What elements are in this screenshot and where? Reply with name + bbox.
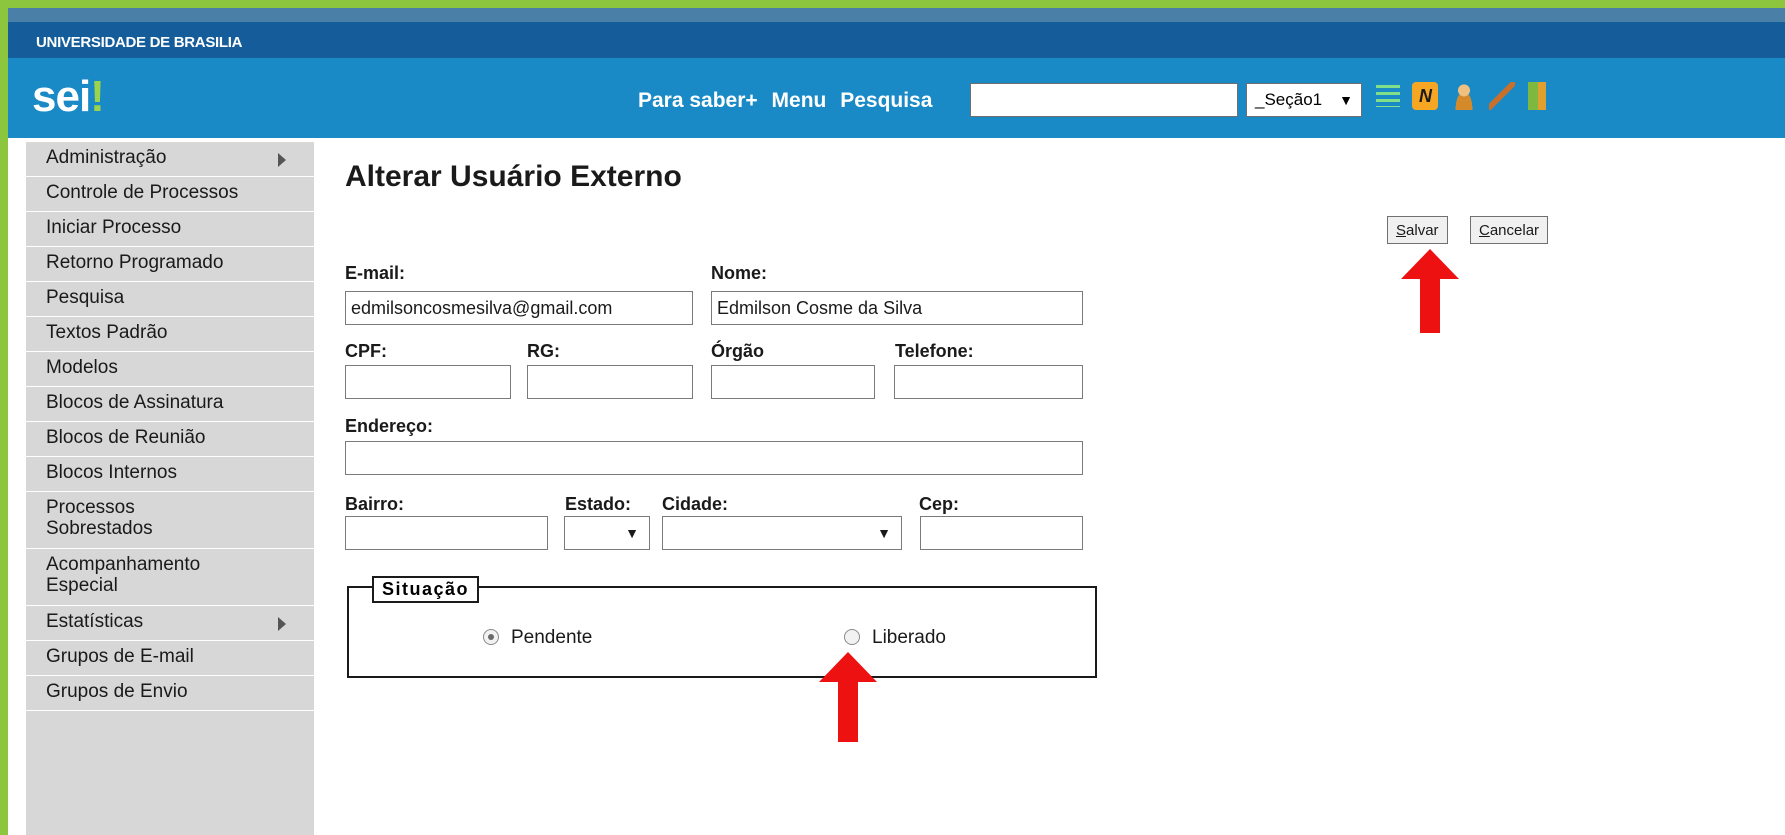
email-field[interactable]: edmilsoncosmesilva@gmail.com bbox=[345, 291, 693, 325]
top-strip bbox=[8, 8, 1785, 22]
telefone-field[interactable] bbox=[894, 365, 1083, 399]
page-title: Alterar Usuário Externo bbox=[345, 160, 682, 193]
sidebar-menu: Administração Controle de Processos Inic… bbox=[26, 142, 314, 835]
sidebar-item-iniciar-processo[interactable]: Iniciar Processo bbox=[26, 212, 314, 247]
sei-logo[interactable]: sei! bbox=[32, 72, 105, 122]
sidebar-item-textos-padrao[interactable]: Textos Padrão bbox=[26, 317, 314, 352]
email-label: E-mail: bbox=[345, 263, 406, 283]
sidebar-item-label: Modelos bbox=[46, 357, 118, 378]
sidebar-item-pesquisa[interactable]: Pesquisa bbox=[26, 282, 314, 317]
cancel-accesskey: C bbox=[1479, 222, 1490, 239]
radio-pendente-label: Pendente bbox=[511, 627, 593, 648]
cidade-label: Cidade: bbox=[662, 494, 729, 514]
radio-checked-icon bbox=[483, 629, 499, 645]
sidebar-item-label: Blocos Internos bbox=[46, 462, 177, 483]
sidebar-item-acompanhamento-especial[interactable]: Acompanhamento Especial bbox=[26, 549, 314, 606]
unit-select-value: _Seção1 bbox=[1255, 90, 1323, 109]
header-nav: Para saber+ Menu Pesquisa bbox=[638, 89, 940, 113]
cancel-button[interactable]: Cancelar bbox=[1470, 216, 1549, 244]
sidebar-item-grupos-de-envio[interactable]: Grupos de Envio bbox=[26, 676, 314, 711]
wrench-icon[interactable] bbox=[1489, 82, 1516, 110]
radio-liberado[interactable]: Liberado bbox=[844, 627, 946, 649]
sidebar-item-label: Retorno Programado bbox=[46, 252, 224, 273]
sidebar-item-label: Acompanhamento Especial bbox=[46, 554, 201, 596]
save-label-rest: alvar bbox=[1406, 222, 1439, 239]
arrow-head bbox=[819, 652, 877, 682]
chevron-down-icon: ▼ bbox=[877, 525, 891, 541]
exit-icon[interactable] bbox=[1527, 82, 1546, 110]
sidebar-item-retorno-programado[interactable]: Retorno Programado bbox=[26, 247, 314, 282]
nav-link-menu[interactable]: Menu bbox=[772, 89, 827, 112]
bairro-label: Bairro: bbox=[345, 494, 405, 514]
radio-unchecked-icon bbox=[844, 629, 860, 645]
arrow-head bbox=[1401, 249, 1459, 279]
rg-field[interactable] bbox=[527, 365, 693, 399]
search-input[interactable] bbox=[970, 83, 1238, 117]
telefone-label: Telefone: bbox=[895, 341, 974, 361]
nav-link-para-saber[interactable]: Para saber+ bbox=[638, 89, 758, 112]
orgao-field[interactable] bbox=[711, 365, 875, 399]
university-name: UNIVERSIDADE DE BRASILIA bbox=[36, 34, 243, 51]
sidebar-item-label: Estatísticas bbox=[46, 611, 144, 632]
situacao-legend: Situação bbox=[372, 576, 480, 603]
sidebar-item-label: Grupos de E-mail bbox=[46, 646, 194, 667]
sidebar-item-label: Processos Sobrestados bbox=[46, 497, 153, 539]
save-button[interactable]: Salvar bbox=[1387, 216, 1448, 244]
cpf-label: CPF: bbox=[345, 341, 387, 361]
main-header: sei! Para saber+ Menu Pesquisa _Seção1 ▼… bbox=[8, 58, 1785, 138]
chevron-down-icon: ▼ bbox=[1339, 92, 1353, 108]
sidebar-item-blocos-de-reuniao[interactable]: Blocos de Reunião bbox=[26, 422, 314, 457]
nome-field[interactable]: Edmilson Cosme da Silva bbox=[711, 291, 1083, 325]
header-icons: N bbox=[1376, 82, 1554, 110]
sidebar-item-modelos[interactable]: Modelos bbox=[26, 352, 314, 387]
sidebar-item-label: Textos Padrão bbox=[46, 322, 168, 343]
sidebar-item-label: Blocos de Reunião bbox=[46, 427, 206, 448]
user-icon[interactable] bbox=[1450, 82, 1477, 110]
logo-text: sei bbox=[32, 72, 91, 121]
sidebar-item-label: Administração bbox=[46, 147, 167, 168]
sidebar-item-label: Pesquisa bbox=[46, 287, 125, 308]
sidebar-item-estatisticas[interactable]: Estatísticas bbox=[26, 606, 314, 641]
list-icon[interactable] bbox=[1376, 85, 1400, 107]
save-accesskey: S bbox=[1396, 222, 1407, 239]
app-frame: UNIVERSIDADE DE BRASILIA sei! Para saber… bbox=[8, 8, 1785, 835]
arrow-shaft bbox=[838, 682, 858, 742]
rg-label: RG: bbox=[527, 341, 560, 361]
orgao-label: Órgão bbox=[711, 341, 765, 361]
bairro-field[interactable] bbox=[345, 516, 548, 550]
cep-label: Cep: bbox=[919, 494, 959, 514]
university-bar: UNIVERSIDADE DE BRASILIA bbox=[8, 22, 1785, 58]
endereco-field[interactable] bbox=[345, 441, 1083, 475]
annotation-arrow-save bbox=[1401, 249, 1459, 333]
nav-link-pesquisa[interactable]: Pesquisa bbox=[840, 89, 932, 112]
unit-select[interactable]: _Seção1 ▼ bbox=[1246, 83, 1362, 117]
cancel-label-rest: ancelar bbox=[1489, 222, 1540, 239]
sidebar-item-blocos-de-assinatura[interactable]: Blocos de Assinatura bbox=[26, 387, 314, 422]
radio-pendente[interactable]: Pendente bbox=[483, 627, 592, 649]
submenu-arrow-icon bbox=[278, 153, 286, 167]
sidebar-item-blocos-internos[interactable]: Blocos Internos bbox=[26, 457, 314, 492]
nome-label: Nome: bbox=[711, 263, 768, 283]
sidebar-item-grupos-de-email[interactable]: Grupos de E-mail bbox=[26, 641, 314, 676]
endereco-label: Endereço: bbox=[345, 416, 434, 436]
arrow-shaft bbox=[1420, 279, 1440, 333]
sidebar-item-controle-de-processos[interactable]: Controle de Processos bbox=[26, 177, 314, 212]
sidebar-item-label: Controle de Processos bbox=[46, 182, 239, 203]
sidebar-item-processos-sobrestados[interactable]: Processos Sobrestados bbox=[26, 492, 314, 549]
estado-label: Estado: bbox=[565, 494, 632, 514]
sidebar-item-administracao[interactable]: Administração bbox=[26, 142, 314, 177]
chevron-down-icon: ▼ bbox=[625, 525, 639, 541]
logo-mark: ! bbox=[90, 72, 105, 121]
radio-liberado-label: Liberado bbox=[872, 627, 946, 648]
estado-select[interactable]: ▼ bbox=[564, 516, 650, 550]
cpf-field[interactable] bbox=[345, 365, 511, 399]
sidebar-item-label: Iniciar Processo bbox=[46, 217, 182, 238]
annotation-arrow-liberado bbox=[819, 652, 877, 742]
sidebar-item-label: Grupos de Envio bbox=[46, 681, 188, 702]
cep-field[interactable] bbox=[920, 516, 1083, 550]
submenu-arrow-icon bbox=[278, 617, 286, 631]
cidade-select[interactable]: ▼ bbox=[662, 516, 902, 550]
n-icon[interactable]: N bbox=[1412, 82, 1439, 110]
sidebar-item-label: Blocos de Assinatura bbox=[46, 392, 224, 413]
